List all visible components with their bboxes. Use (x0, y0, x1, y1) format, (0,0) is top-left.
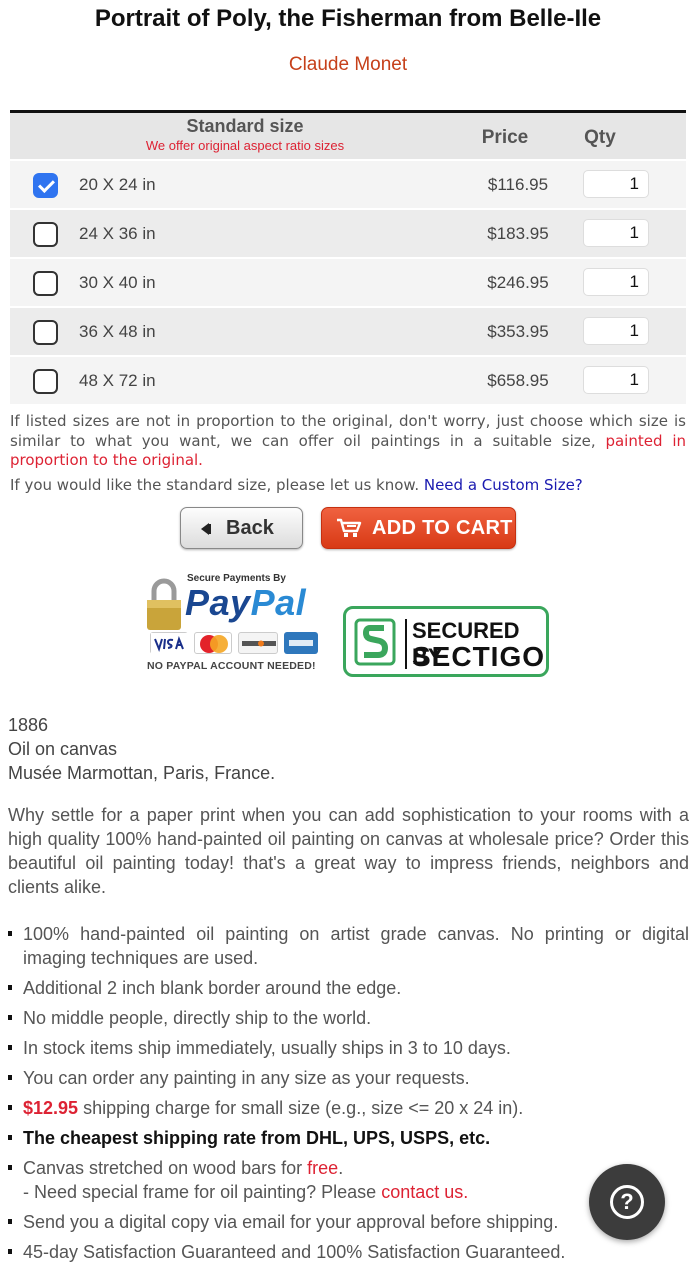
size-table: Standard size We offer original aspect r… (10, 110, 686, 404)
visa-card-icon (150, 632, 189, 655)
frame-text: - Need special frame for oil painting? P… (23, 1182, 382, 1202)
painting-medium: Oil on canvas (8, 739, 118, 759)
size-column-header: Standard size (186, 116, 304, 136)
size-label: 20 X 24 in (79, 175, 156, 194)
price-column-header: Price (481, 127, 529, 148)
paypal-logo-pal: Pal (250, 582, 307, 623)
list-item: In stock items ship immediately, usually… (8, 1036, 689, 1060)
contact-us-link[interactable]: contact us. (381, 1182, 468, 1202)
amex-card-icon (284, 632, 318, 654)
back-arrow-icon (201, 523, 211, 535)
intro-paragraph: Why settle for a paper print when you ca… (8, 805, 689, 897)
size-row[interactable]: 48 X 72 in $658.95 1 (10, 355, 686, 404)
qty-input[interactable]: 1 (583, 317, 649, 345)
list-item: 100% hand-painted oil painting on artist… (8, 922, 689, 970)
card-logos (150, 632, 330, 656)
add-to-cart-button[interactable]: ADD TO CART (321, 507, 516, 549)
help-button[interactable]: ? (589, 1164, 665, 1240)
list-item: You can order any painting in any size a… (8, 1066, 689, 1090)
painting-details: 1886 Oil on canvas Musée Marmottan, Pari… (8, 713, 275, 785)
paypal-note: NO PAYPAL ACCOUNT NEEDED! (147, 660, 316, 672)
paypal-badge: Secure Payments By PayPal NO PAYPAL ACCO… (143, 572, 333, 677)
artist-name[interactable]: Claude Monet (0, 54, 696, 84)
size-checkbox[interactable] (33, 369, 58, 394)
size-label: 30 X 40 in (79, 273, 156, 292)
size-checkbox[interactable] (33, 222, 58, 247)
list-item: Send you a digital copy via email for yo… (8, 1210, 689, 1234)
size-checkbox[interactable] (33, 173, 58, 198)
list-item: No middle people, directly ship to the w… (8, 1006, 689, 1030)
standard-size-note-text: If you would like the standard size, ple… (10, 476, 424, 494)
sectigo-badge: SECURED BY SECTIGO (343, 606, 549, 677)
size-price: $658.95 (487, 371, 549, 390)
shipping-price: $12.95 (23, 1098, 79, 1118)
add-to-cart-label: ADD TO CART (372, 517, 513, 539)
custom-size-link[interactable]: Need a Custom Size? (424, 476, 583, 494)
size-table-header: Standard size We offer original aspect r… (10, 113, 686, 159)
proportion-note: If listed sizes are not in proportion to… (10, 412, 686, 471)
back-button-label: Back (226, 517, 274, 539)
qty-input[interactable]: 1 (583, 170, 649, 198)
painting-location: Musée Marmottan, Paris, France. (8, 763, 276, 783)
back-button[interactable]: Back (180, 507, 303, 549)
qty-column-header: Qty (584, 127, 616, 148)
size-checkbox[interactable] (33, 271, 58, 296)
list-item: 45-day Satisfaction Guaranteed and 100% … (8, 1240, 689, 1264)
sectigo-shield-icon (354, 618, 396, 666)
list-item: $12.95 shipping charge for small size (e… (8, 1096, 689, 1120)
list-item: Canvas stretched on wood bars for free. -… (8, 1156, 689, 1204)
mastercard-icon (194, 632, 232, 654)
size-label: 48 X 72 in (79, 371, 156, 390)
size-price: $116.95 (487, 175, 549, 194)
product-title: Portrait of Poly, the Fisherman from Bel… (94, 5, 602, 32)
question-mark-icon: ? (610, 1185, 644, 1219)
padlock-icon (147, 578, 181, 630)
proportion-note-text: If listed sizes are not in proportion to… (10, 412, 686, 450)
list-item: Additional 2 inch blank border around th… (8, 976, 689, 1000)
qty-input[interactable]: 1 (583, 219, 649, 247)
painting-year: 1886 (8, 715, 49, 735)
list-item: The cheapest shipping rate from DHL, UPS… (8, 1126, 689, 1150)
size-row[interactable]: 20 X 24 in $116.95 1 (10, 159, 686, 208)
shopping-cart-icon (337, 518, 362, 537)
discover-card-icon (238, 632, 278, 654)
free-label: free (307, 1158, 339, 1178)
size-label: 24 X 36 in (79, 224, 156, 243)
feature-list: 100% hand-painted oil painting on artist… (8, 922, 689, 1270)
size-price: $246.95 (487, 273, 549, 292)
size-row[interactable]: 24 X 36 in $183.95 1 (10, 208, 686, 257)
qty-input[interactable]: 1 (583, 268, 649, 296)
size-column-subtitle: We offer original aspect ratio sizes (145, 138, 345, 153)
size-row[interactable]: 30 X 40 in $246.95 1 (10, 257, 686, 306)
shipping-text: shipping charge for small size (e.g., si… (78, 1098, 524, 1118)
size-row[interactable]: 36 X 48 in $353.95 1 (10, 306, 686, 355)
size-price: $353.95 (487, 322, 549, 341)
paypal-logo: PayPal (185, 582, 306, 624)
sectigo-line-2: SECTIGO (412, 641, 546, 672)
size-label: 36 X 48 in (79, 322, 156, 341)
canvas-text: Canvas stretched on wood bars for (23, 1158, 308, 1178)
size-price: $183.95 (487, 224, 549, 243)
paypal-logo-pay: Pay (185, 582, 251, 623)
qty-input[interactable]: 1 (583, 366, 649, 394)
size-checkbox[interactable] (33, 320, 58, 345)
standard-size-note: If you would like the standard size, ple… (10, 476, 583, 494)
